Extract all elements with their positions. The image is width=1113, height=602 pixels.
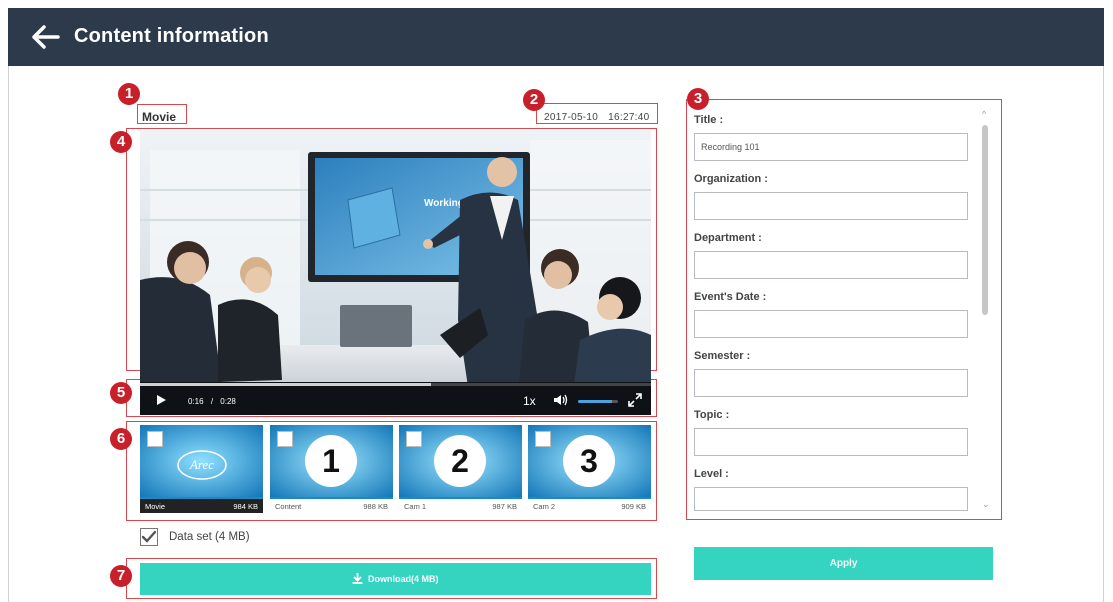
callout-marker: 7 (110, 565, 132, 587)
title-field[interactable] (694, 133, 968, 161)
callout-marker: 5 (110, 382, 132, 404)
dataset-label: Data set (4 MB) (169, 531, 250, 543)
video-player[interactable]: Working Capital (140, 130, 651, 415)
checkmark-icon (141, 530, 157, 543)
department-label: Department : (694, 232, 762, 244)
callout-marker: 1 (118, 83, 140, 105)
form-scrollbar[interactable] (982, 125, 988, 315)
thumbnail-name: Cam 1 (404, 502, 427, 511)
thumbnail-size: 984 KB (233, 502, 258, 511)
duration: 0:28 (220, 397, 236, 406)
callout-marker: 6 (110, 428, 132, 450)
download-label: Download(4 MB) (368, 574, 439, 584)
thumbnail-size: 987 KB (492, 502, 517, 511)
scroll-down-icon[interactable]: ⌄ (982, 499, 990, 510)
recording-datetime: 2017-05-10 16:27:40 (544, 112, 649, 123)
thumbnail-caption: Cam 1 987 KB (399, 499, 522, 513)
thumbnail-cam2[interactable]: 3 Cam 2 909 KB (528, 425, 651, 513)
thumbnail-checkbox[interactable] (535, 431, 551, 447)
play-icon[interactable] (156, 395, 166, 405)
download-icon (352, 573, 363, 584)
thumbnail-art-text: 3 (580, 443, 598, 479)
organization-label: Organization : (694, 173, 768, 185)
semester-field[interactable] (694, 369, 968, 397)
topic-field[interactable] (694, 428, 968, 456)
level-label: Level : (694, 468, 729, 480)
level-field[interactable] (694, 487, 968, 511)
thumbnail-art-text: 2 (451, 443, 469, 479)
fullscreen-icon[interactable] (628, 393, 642, 407)
organization-field[interactable] (694, 192, 968, 220)
frame-border (1103, 64, 1104, 602)
title-label: Title : (694, 114, 724, 126)
time-separator: / (210, 397, 214, 406)
thumbnail-art-text: Arec (189, 457, 214, 472)
frame-border (8, 64, 9, 602)
thumbnail-content[interactable]: 1 Content 988 KB (270, 425, 393, 513)
header-bar: Content information (8, 8, 1104, 66)
thumbnail-checkbox[interactable] (406, 431, 422, 447)
event-date-label: Event's Date : (694, 291, 767, 303)
video-controls: 0:16 / 0:28 1x (140, 383, 651, 415)
video-frame-image: Working Capital (140, 130, 651, 415)
thumbnail-name: Content (275, 502, 302, 511)
page-title: Content information (74, 25, 269, 47)
callout-marker: 4 (110, 131, 132, 153)
thumbnail-movie[interactable]: Arec Movie 984 KB (140, 425, 263, 513)
semester-label: Semester : (694, 350, 751, 362)
time-display: 0:16 / 0:28 (188, 397, 236, 406)
scroll-up-icon[interactable]: ^ (982, 109, 986, 119)
thumbnail-caption: Cam 2 909 KB (528, 499, 651, 513)
callout-marker: 3 (687, 88, 709, 110)
thumbnail-name: Movie (145, 502, 166, 511)
download-button[interactable]: Download(4 MB) (140, 563, 651, 595)
thumbnail-checkbox[interactable] (277, 431, 293, 447)
apply-button[interactable]: Apply (694, 547, 993, 580)
progress-fill (140, 383, 432, 386)
volume-icon[interactable] (554, 394, 568, 406)
thumbnail-caption: Movie 984 KB (140, 499, 263, 513)
content-type-label: Movie (142, 110, 177, 124)
back-arrow-icon[interactable] (30, 25, 60, 49)
recording-date: 2017-05-10 (544, 112, 599, 123)
department-field[interactable] (694, 251, 968, 279)
thumbnail-checkbox[interactable] (147, 431, 163, 447)
current-time: 0:16 (188, 397, 204, 406)
metadata-form: ^ ⌄ Title : Organization : Department : … (686, 99, 1002, 520)
thumbnail-size: 909 KB (621, 502, 646, 511)
content-information-page: Content information Movie 2017-05-10 16:2… (0, 0, 1113, 602)
thumbnail-name: Cam 2 (533, 502, 556, 511)
thumbnail-cam1[interactable]: 2 Cam 1 987 KB (399, 425, 522, 513)
callout-marker: 2 (523, 89, 545, 111)
thumbnail-size: 988 KB (363, 502, 388, 511)
dataset-checkbox[interactable] (140, 528, 158, 546)
progress-track[interactable] (140, 383, 651, 386)
thumbnail-art-text: 1 (322, 443, 340, 479)
thumbnail-caption: Content 988 KB (270, 499, 393, 513)
playback-speed-button[interactable]: 1x (523, 394, 536, 408)
volume-slider[interactable] (578, 400, 618, 403)
event-date-field[interactable] (694, 310, 968, 338)
topic-label: Topic : (694, 409, 730, 421)
recording-time: 16:27:40 (608, 112, 650, 123)
